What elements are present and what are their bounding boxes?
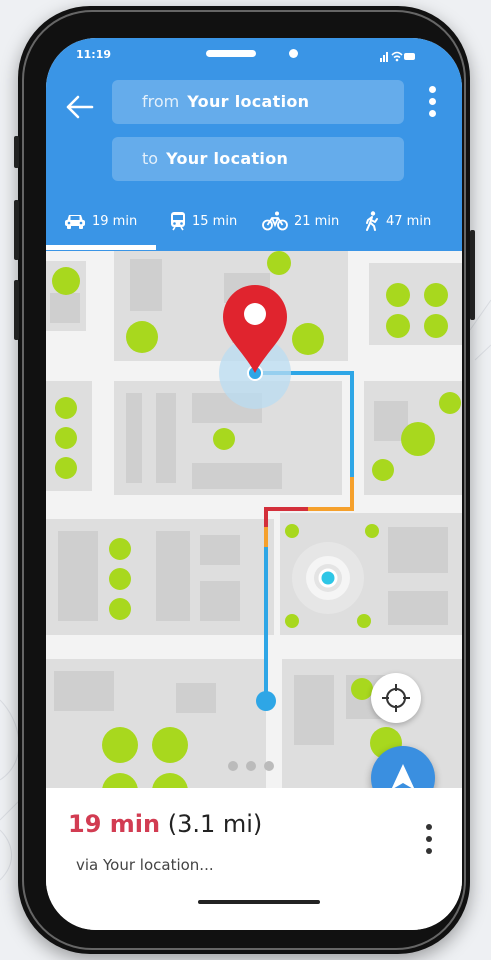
to-value: Your location — [166, 149, 289, 168]
eta-duration: 19 min — [68, 810, 161, 838]
mode-car-time: 19 min — [92, 213, 138, 229]
page-indicator — [228, 756, 288, 771]
mode-walk[interactable]: 47 min — [364, 210, 431, 232]
status-bar: 11:19 — [46, 38, 462, 78]
power-button — [470, 230, 475, 320]
speaker-notch — [206, 50, 256, 57]
mode-bike[interactable]: 21 min — [262, 210, 339, 232]
current-location-marker — [318, 568, 338, 588]
via-text: via Your location... — [76, 856, 214, 874]
volume-down-button — [14, 280, 19, 340]
volume-up-button — [14, 200, 19, 260]
from-prefix: from — [142, 92, 180, 111]
mute-switch — [14, 136, 19, 168]
train-icon — [171, 212, 185, 231]
from-value: Your location — [187, 92, 310, 111]
to-prefix: to — [142, 149, 159, 168]
car-icon — [65, 215, 85, 229]
camera-dot — [289, 49, 298, 58]
recenter-button[interactable] — [371, 673, 421, 723]
back-arrow-icon[interactable] — [64, 93, 96, 121]
bicycle-icon — [262, 211, 288, 231]
travel-modes: 19 min 15 min 21 min 47 min — [46, 206, 462, 236]
route-summary-panel: 19 min (3.1 mi) via Your location... — [46, 788, 462, 930]
home-indicator[interactable] — [198, 900, 320, 904]
walk-icon — [366, 211, 378, 231]
selected-mode-indicator — [46, 245, 156, 250]
mode-car[interactable]: 19 min — [64, 210, 137, 232]
signal-wifi-battery-icon — [380, 51, 415, 62]
more-options-icon[interactable] — [424, 82, 440, 126]
mode-transit-time: 15 min — [192, 213, 238, 229]
mode-transit[interactable]: 15 min — [170, 210, 237, 232]
mode-walk-time: 47 min — [386, 213, 432, 229]
crosshair-icon — [382, 684, 410, 712]
route-header: 11:19 from Your location to Your location — [46, 38, 462, 251]
from-field[interactable]: from Your location — [112, 80, 404, 124]
start-marker — [256, 691, 276, 711]
screen: 11:19 from Your location to Your location — [46, 38, 462, 930]
eta-distance: (3.1 mi) — [167, 810, 263, 838]
eta: 19 min (3.1 mi) — [68, 810, 262, 838]
status-time: 11:19 — [76, 48, 112, 61]
summary-more-icon[interactable] — [422, 820, 436, 864]
mode-bike-time: 21 min — [294, 213, 340, 229]
to-field[interactable]: to Your location — [112, 137, 404, 181]
